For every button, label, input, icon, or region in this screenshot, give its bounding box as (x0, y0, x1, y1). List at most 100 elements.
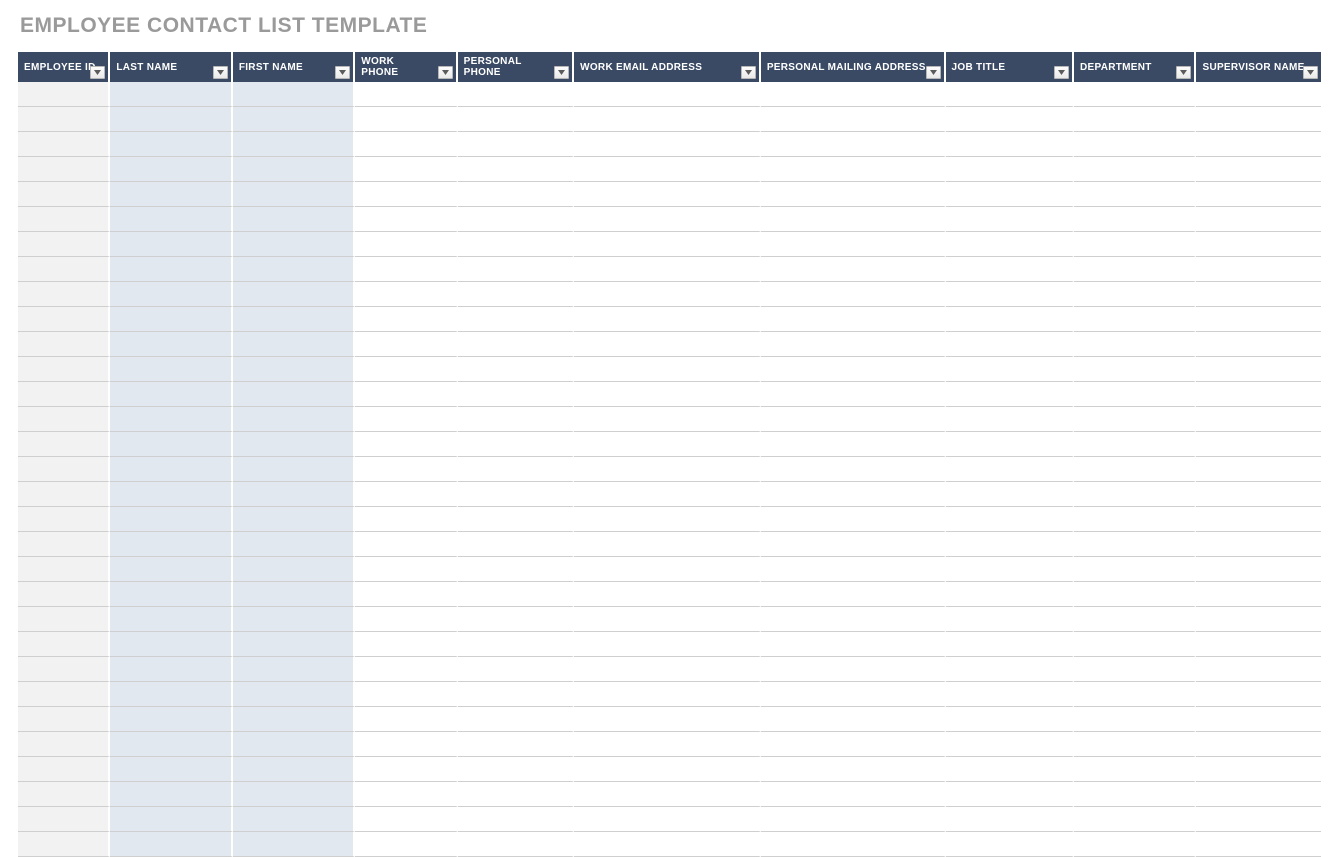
table-cell[interactable] (946, 757, 1074, 782)
table-cell[interactable] (761, 432, 946, 457)
table-cell[interactable] (110, 107, 232, 132)
column-header[interactable]: PERSONAL MAILING ADDRESS (761, 52, 946, 82)
table-cell[interactable] (574, 557, 761, 582)
table-cell[interactable] (1074, 807, 1196, 832)
table-cell[interactable] (574, 732, 761, 757)
table-cell[interactable] (355, 457, 457, 482)
table-cell[interactable] (18, 182, 110, 207)
table-cell[interactable] (574, 807, 761, 832)
table-cell[interactable] (18, 257, 110, 282)
table-cell[interactable] (355, 432, 457, 457)
table-cell[interactable] (18, 707, 110, 732)
table-cell[interactable] (1196, 132, 1321, 157)
table-cell[interactable] (946, 207, 1074, 232)
table-cell[interactable] (233, 157, 355, 182)
table-cell[interactable] (1196, 582, 1321, 607)
table-cell[interactable] (458, 632, 574, 657)
table-cell[interactable] (110, 582, 232, 607)
table-cell[interactable] (355, 332, 457, 357)
table-cell[interactable] (355, 107, 457, 132)
table-cell[interactable] (761, 232, 946, 257)
table-cell[interactable] (18, 507, 110, 532)
table-cell[interactable] (1196, 782, 1321, 807)
table-cell[interactable] (233, 182, 355, 207)
table-cell[interactable] (1196, 607, 1321, 632)
table-cell[interactable] (233, 607, 355, 632)
table-cell[interactable] (1074, 232, 1196, 257)
table-cell[interactable] (233, 482, 355, 507)
filter-dropdown-icon[interactable] (554, 66, 569, 79)
table-cell[interactable] (574, 582, 761, 607)
table-cell[interactable] (233, 557, 355, 582)
table-cell[interactable] (1196, 182, 1321, 207)
table-cell[interactable] (110, 82, 232, 107)
table-cell[interactable] (946, 507, 1074, 532)
column-header[interactable]: LAST NAME (110, 52, 232, 82)
table-cell[interactable] (355, 207, 457, 232)
table-cell[interactable] (761, 682, 946, 707)
table-cell[interactable] (574, 257, 761, 282)
table-cell[interactable] (1074, 82, 1196, 107)
table-cell[interactable] (18, 832, 110, 857)
table-cell[interactable] (1074, 757, 1196, 782)
table-cell[interactable] (946, 657, 1074, 682)
table-cell[interactable] (110, 257, 232, 282)
table-cell[interactable] (574, 657, 761, 682)
table-cell[interactable] (110, 457, 232, 482)
table-cell[interactable] (233, 782, 355, 807)
table-cell[interactable] (1074, 432, 1196, 457)
table-cell[interactable] (761, 132, 946, 157)
table-cell[interactable] (458, 107, 574, 132)
table-cell[interactable] (1074, 132, 1196, 157)
table-cell[interactable] (458, 582, 574, 607)
table-cell[interactable] (574, 532, 761, 557)
table-cell[interactable] (110, 207, 232, 232)
table-cell[interactable] (1074, 207, 1196, 232)
table-cell[interactable] (1074, 457, 1196, 482)
table-cell[interactable] (1196, 832, 1321, 857)
table-cell[interactable] (110, 732, 232, 757)
table-cell[interactable] (18, 357, 110, 382)
table-cell[interactable] (458, 257, 574, 282)
table-cell[interactable] (355, 682, 457, 707)
table-cell[interactable] (574, 157, 761, 182)
table-cell[interactable] (761, 657, 946, 682)
table-cell[interactable] (1196, 157, 1321, 182)
table-cell[interactable] (574, 482, 761, 507)
table-cell[interactable] (1196, 407, 1321, 432)
table-cell[interactable] (18, 207, 110, 232)
table-cell[interactable] (946, 382, 1074, 407)
table-cell[interactable] (458, 757, 574, 782)
table-cell[interactable] (761, 832, 946, 857)
table-cell[interactable] (946, 707, 1074, 732)
table-cell[interactable] (1196, 507, 1321, 532)
table-cell[interactable] (110, 832, 232, 857)
table-cell[interactable] (355, 557, 457, 582)
table-cell[interactable] (458, 157, 574, 182)
column-header[interactable]: PERSONALPHONE (458, 52, 574, 82)
filter-dropdown-icon[interactable] (1303, 66, 1318, 79)
table-cell[interactable] (761, 457, 946, 482)
table-cell[interactable] (761, 732, 946, 757)
table-cell[interactable] (1196, 732, 1321, 757)
table-cell[interactable] (355, 357, 457, 382)
table-cell[interactable] (233, 657, 355, 682)
table-cell[interactable] (761, 532, 946, 557)
table-cell[interactable] (761, 507, 946, 532)
table-cell[interactable] (110, 482, 232, 507)
table-cell[interactable] (355, 382, 457, 407)
table-cell[interactable] (1074, 282, 1196, 307)
table-cell[interactable] (18, 482, 110, 507)
table-cell[interactable] (458, 732, 574, 757)
table-cell[interactable] (946, 682, 1074, 707)
table-cell[interactable] (233, 382, 355, 407)
table-cell[interactable] (110, 407, 232, 432)
table-cell[interactable] (355, 132, 457, 157)
table-cell[interactable] (233, 432, 355, 457)
table-cell[interactable] (355, 632, 457, 657)
table-cell[interactable] (1074, 782, 1196, 807)
table-cell[interactable] (1196, 332, 1321, 357)
table-cell[interactable] (458, 682, 574, 707)
table-cell[interactable] (355, 282, 457, 307)
table-cell[interactable] (110, 707, 232, 732)
